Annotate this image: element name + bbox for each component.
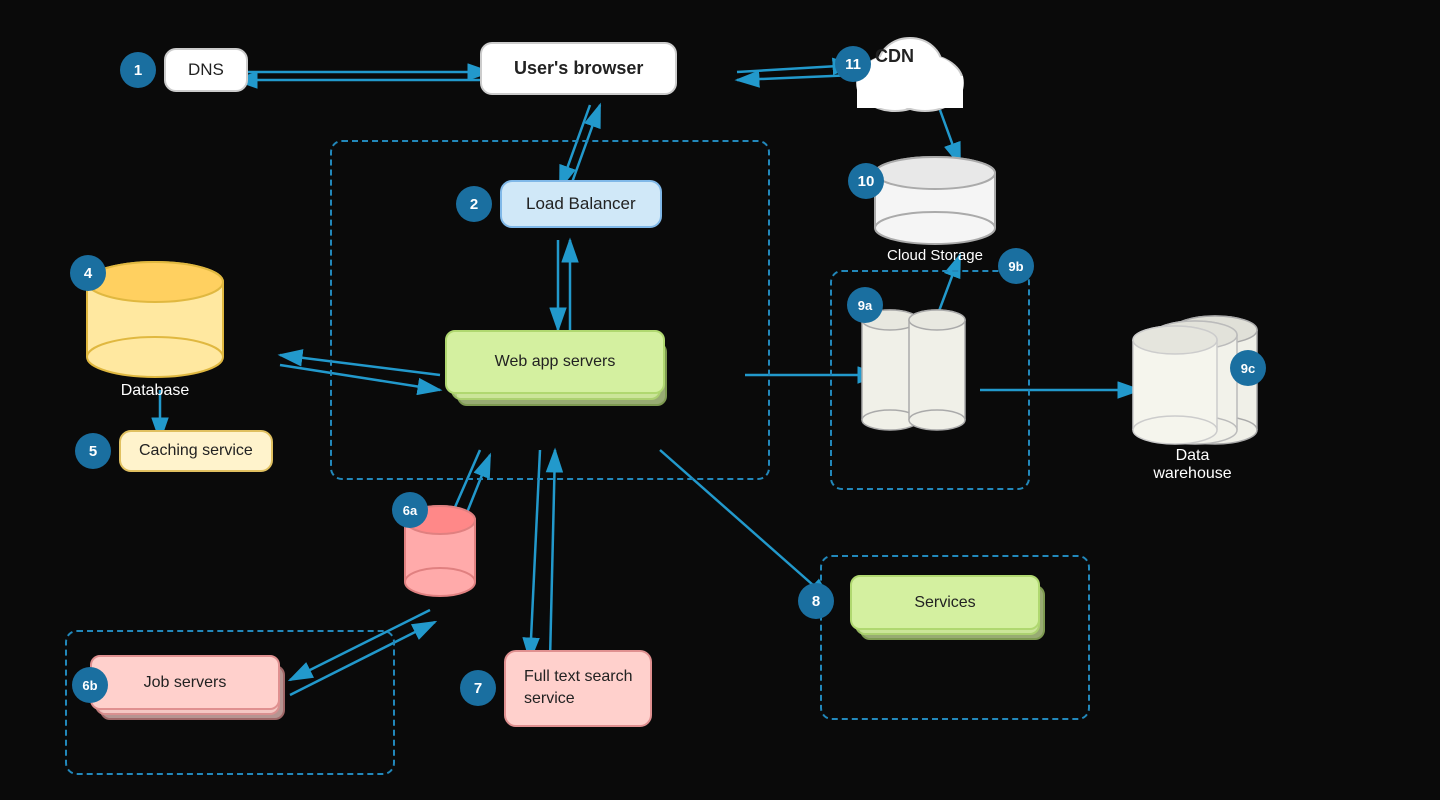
caching-badge: 5 [75,433,111,469]
cloud-storage-node: 10 Cloud Storage [870,155,1000,264]
cdn-node: 11 CDN [845,18,975,113]
full-text-badge: 7 [460,670,496,706]
job-servers-node: 6b Job servers [90,655,290,735]
cloud-storage-label: Cloud Storage [887,247,983,264]
services-badge: 8 [798,583,834,619]
data-warehouse-node: 9c Datawarehouse [1110,305,1275,483]
full-text-box: Full text searchservice [504,650,652,727]
load-balancer-badge: 2 [456,186,492,222]
cloud-storage-badge: 10 [848,163,884,199]
cloud-storage-icon [870,155,1000,245]
web-app-node: Web app servers [445,330,675,420]
object-9b-badge: 9b [998,248,1034,284]
full-text-search-node: 7 Full text searchservice [460,650,652,727]
dns-node: 1 DNS [120,48,248,92]
browser-box: User's browser [480,42,677,95]
job-queue-node: 6a [400,500,480,600]
object-9a-badge: 9a [847,287,883,323]
load-balancer-node: 2 Load Balancer [456,180,662,228]
load-balancer-box: Load Balancer [500,180,662,228]
services-node: 8 Services [850,575,1050,655]
architecture-diagram: 1 DNS User's browser 11 CDN 2 [0,0,1440,800]
job-servers-badge: 6b [72,667,108,703]
caching-node: 5 Caching service [75,430,273,472]
object-store-9a-node: 9a [855,295,975,450]
job-queue-badge: 6a [392,492,428,528]
dns-box: DNS [164,48,248,92]
cdn-badge: 11 [835,46,871,82]
cdn-label: CDN [875,46,914,67]
data-warehouse-badge: 9c [1230,350,1266,386]
browser-node: User's browser [480,42,677,95]
database-node: 4 Database [80,260,230,400]
database-badge: 4 [70,255,106,291]
caching-box: Caching service [119,430,273,472]
data-warehouse-label: Datawarehouse [1153,447,1231,483]
dns-badge: 1 [120,52,156,88]
database-label: Database [121,382,190,400]
